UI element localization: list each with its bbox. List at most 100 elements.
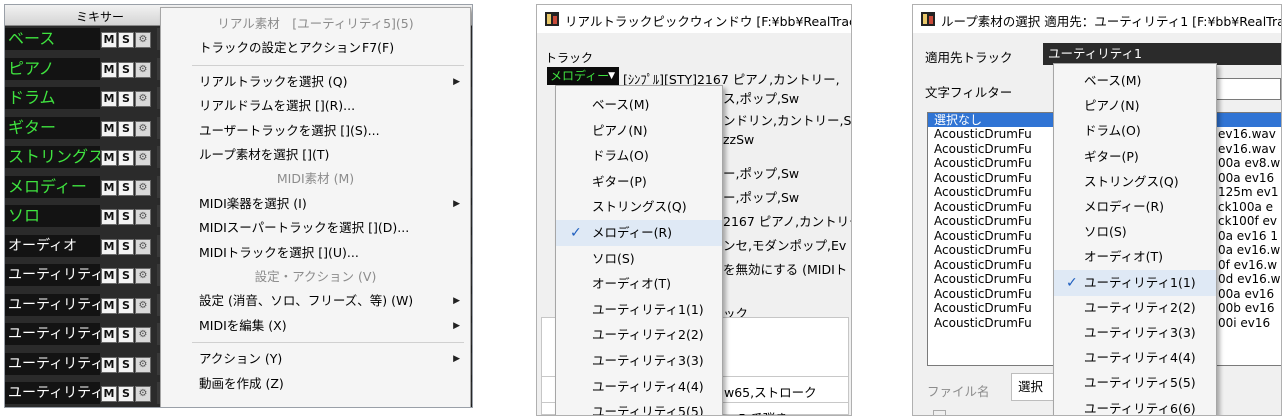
menu-item[interactable]: MIDIを編集 (X) ▶: [161, 314, 470, 338]
track-name[interactable]: ギター: [5, 116, 100, 139]
menu-item[interactable]: ユーザートラックを選択 [](S)...: [161, 119, 470, 143]
realtrack-entry[interactable]: を無効にする (MIDIト: [723, 259, 847, 278]
realtrack-entry[interactable]: ー,ポップ,Sw: [723, 187, 799, 206]
realtrack-entry[interactable]: ー,ポップ,Sw: [723, 163, 799, 182]
track-name[interactable]: ユーティリティ3: [5, 323, 100, 345]
dropdown-item[interactable]: ✓ メロディー(R): [556, 220, 722, 246]
dropdown-item[interactable]: ユーティリティ2(2): [1054, 295, 1216, 321]
dropdown-item[interactable]: ギター(P): [1054, 144, 1216, 170]
mute-button[interactable]: M: [101, 297, 117, 314]
menu-item[interactable]: ループ素材を選択 [](T): [161, 143, 470, 167]
settings-icon[interactable]: ⚙: [135, 32, 151, 48]
settings-icon[interactable]: ⚙: [135, 268, 151, 284]
dropdown-item[interactable]: ソロ(S): [1054, 219, 1216, 245]
dropdown-item[interactable]: ユーティリティ4(4): [556, 374, 722, 400]
solo-button[interactable]: S: [118, 356, 134, 373]
realtrack-entry[interactable]: ス,ポップ,Sw: [723, 88, 799, 107]
solo-button[interactable]: S: [118, 150, 134, 166]
dropdown-item[interactable]: ドラム(O): [1054, 118, 1216, 144]
solo-button[interactable]: S: [118, 238, 134, 255]
solo-button[interactable]: S: [118, 179, 134, 196]
mute-button[interactable]: M: [101, 356, 117, 373]
solo-button[interactable]: S: [118, 120, 134, 137]
settings-icon[interactable]: ⚙: [135, 150, 151, 166]
menu-item[interactable]: トラックの設定とアクション F7(F): [161, 36, 470, 60]
mute-button[interactable]: M: [101, 209, 117, 225]
dropdown-item[interactable]: ユーティリティ2(2): [556, 322, 722, 348]
track-select-combo[interactable]: メロディー ▼: [547, 67, 619, 85]
settings-icon[interactable]: ⚙: [135, 297, 151, 314]
track-name[interactable]: ストリングス: [5, 146, 100, 168]
mute-button[interactable]: M: [101, 327, 117, 343]
dest-track-combo[interactable]: ユーティリティ1: [1043, 43, 1281, 65]
settings-icon[interactable]: ⚙: [135, 356, 151, 373]
menu-item[interactable]: MIDIスーパートラックを選択 [](D)...: [161, 216, 470, 240]
mute-button[interactable]: M: [101, 120, 117, 137]
mute-button[interactable]: M: [101, 150, 117, 166]
dropdown-item[interactable]: ベース(M): [1054, 68, 1216, 94]
dropdown-item[interactable]: ベース(M): [556, 92, 722, 118]
track-name[interactable]: ドラム: [5, 87, 100, 109]
solo-button[interactable]: S: [118, 327, 134, 343]
solo-button[interactable]: S: [118, 91, 134, 107]
dropdown-item[interactable]: メロディー(R): [1054, 194, 1216, 220]
mute-button[interactable]: M: [101, 61, 117, 78]
dropdown-item[interactable]: ユーティリティ4(4): [1054, 345, 1216, 371]
track-name[interactable]: ソロ: [5, 205, 100, 227]
menu-item[interactable]: リアルトラックを選択 (Q) ▶: [161, 70, 470, 94]
solo-button[interactable]: S: [118, 209, 134, 225]
dropdown-item[interactable]: ユーティリティ5(5): [1054, 370, 1216, 396]
track-name[interactable]: ユーティリティ5: [5, 382, 100, 404]
track-name[interactable]: ユーティリティ1: [5, 264, 100, 286]
settings-icon[interactable]: ⚙: [135, 386, 151, 402]
track-name[interactable]: ベース: [5, 28, 100, 50]
menu-item[interactable]: 設定 (消音、ソロ、フリーズ、等) (W) ▶: [161, 289, 470, 313]
mute-button[interactable]: M: [101, 179, 117, 196]
dropdown-item[interactable]: ピアノ(N): [1054, 93, 1216, 119]
dropdown-item[interactable]: ユーティリティ3(3): [556, 348, 722, 374]
realtrack-entry[interactable]: ンセ,モダンポップ,Ev: [723, 235, 846, 254]
dropdown-item[interactable]: オーディオ(T): [1054, 244, 1216, 270]
menu-item[interactable]: MIDI楽器を選択 (I) ▶: [161, 192, 470, 216]
track-name[interactable]: ユーティリティ4: [5, 352, 100, 375]
track-name[interactable]: ユーティリティ2: [5, 293, 100, 316]
filter-input[interactable]: [1211, 78, 1281, 100]
mute-button[interactable]: M: [101, 32, 117, 48]
realtrack-entry[interactable]: zzSw: [723, 132, 754, 147]
mute-button[interactable]: M: [101, 238, 117, 255]
mute-button[interactable]: M: [101, 268, 117, 284]
dropdown-item[interactable]: ストリングス(Q): [556, 194, 722, 220]
option-checkbox[interactable]: [933, 410, 946, 415]
dropdown-item[interactable]: ユーティリティ1(1): [556, 297, 722, 323]
mute-button[interactable]: M: [101, 386, 117, 402]
dropdown-item[interactable]: ユーティリティ5(5): [556, 399, 722, 415]
solo-button[interactable]: S: [118, 32, 134, 48]
dropdown-item[interactable]: ユーティリティ3(3): [1054, 320, 1216, 346]
dropdown-item[interactable]: ストリングス(Q): [1054, 169, 1216, 195]
dropdown-item[interactable]: ✓ ユーティリティ1(1): [1054, 269, 1216, 296]
menu-item[interactable]: 動画を作成 (Z): [161, 372, 470, 396]
settings-icon[interactable]: ⚙: [135, 179, 151, 196]
track-name[interactable]: ピアノ: [5, 57, 100, 80]
track-name[interactable]: メロディー: [5, 175, 100, 198]
dropdown-item[interactable]: ギター(P): [556, 169, 722, 195]
settings-icon[interactable]: ⚙: [135, 238, 151, 255]
menu-item[interactable]: MIDIトラックを選択 [](U)...: [161, 241, 470, 265]
solo-button[interactable]: S: [118, 297, 134, 314]
settings-icon[interactable]: ⚙: [135, 91, 151, 107]
dropdown-item[interactable]: ソロ(S): [556, 246, 722, 272]
solo-button[interactable]: S: [118, 268, 134, 284]
solo-button[interactable]: S: [118, 386, 134, 402]
dropdown-item[interactable]: ピアノ(N): [556, 118, 722, 144]
settings-icon[interactable]: ⚙: [135, 209, 151, 225]
settings-icon[interactable]: ⚙: [135, 61, 151, 78]
menu-item[interactable]: アクション (Y) ▶: [161, 347, 470, 371]
settings-icon[interactable]: ⚙: [135, 327, 151, 343]
dropdown-item[interactable]: オーディオ(T): [556, 271, 722, 297]
dropdown-item[interactable]: ユーティリティ6(6): [1054, 396, 1216, 415]
mute-button[interactable]: M: [101, 91, 117, 107]
realtrack-entry[interactable]: ンドリン,カントリー,Sw: [723, 110, 851, 129]
solo-button[interactable]: S: [118, 61, 134, 78]
track-name[interactable]: オーディオ: [5, 234, 100, 257]
dropdown-item[interactable]: ドラム(O): [556, 143, 722, 169]
